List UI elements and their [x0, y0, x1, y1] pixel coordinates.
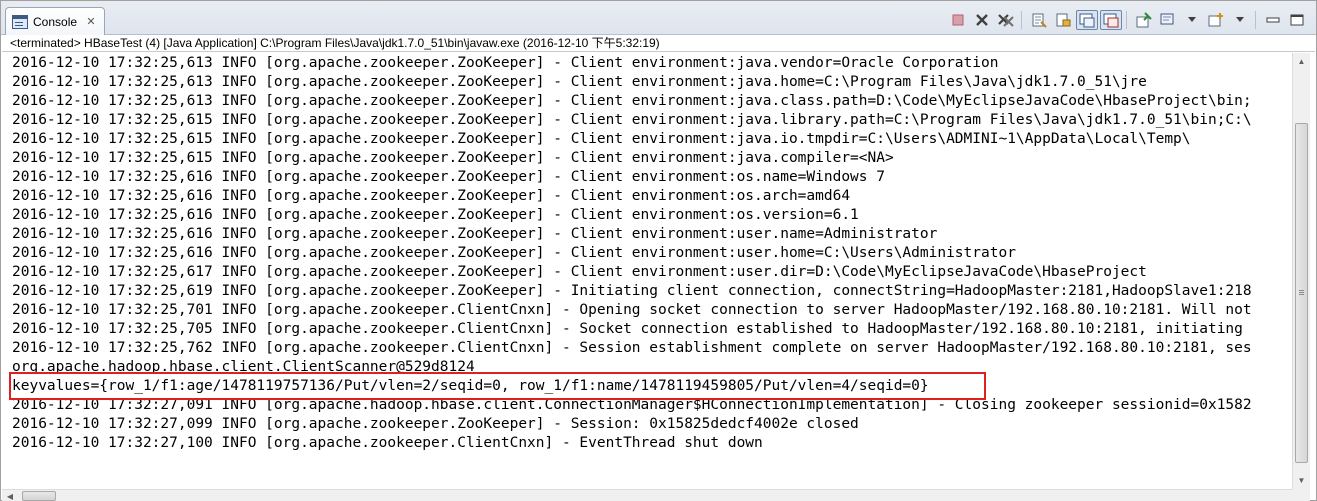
console-line: 2016-12-10 17:32:27,100 INFO [org.apache…	[12, 435, 763, 451]
scroll-down-icon[interactable]: ▼	[1293, 472, 1310, 489]
pin-console-button[interactable]	[1133, 10, 1155, 30]
terminate-icon	[952, 14, 964, 26]
show-on-stdout-icon	[1079, 13, 1095, 28]
console-line: 2016-12-10 17:32:25,613 INFO [org.apache…	[12, 74, 1147, 90]
console-line: 2016-12-10 17:32:27,091 INFO [org.apache…	[12, 397, 1252, 413]
console-line: 2016-12-10 17:32:25,619 INFO [org.apache…	[12, 283, 1252, 299]
close-icon[interactable]: ✕	[85, 16, 97, 28]
console-line: org.apache.hadoop.hbase.client.ClientSca…	[12, 359, 475, 375]
console-line: 2016-12-10 17:32:25,616 INFO [org.apache…	[12, 169, 885, 185]
minimize-button[interactable]	[1262, 10, 1284, 30]
display-selected-console-dropdown[interactable]	[1181, 10, 1203, 30]
remove-all-terminated-icon	[998, 14, 1014, 27]
open-console-dropdown[interactable]	[1229, 10, 1251, 30]
console-icon	[12, 14, 28, 29]
vertical-scroll-thumb[interactable]	[1295, 123, 1308, 463]
console-output[interactable]: 2016-12-10 17:32:25,613 INFO [org.apache…	[2, 53, 1292, 489]
tab-console-label: Console	[33, 14, 78, 29]
remove-launch-icon	[976, 14, 988, 26]
horizontal-scroll-thumb[interactable]	[22, 491, 56, 501]
toolbar-separator	[1255, 11, 1256, 29]
console-line-keyvalues: keyvalues={row_1/f1:age/1478119757136/Pu…	[12, 378, 929, 394]
console-line: 2016-12-10 17:32:25,615 INFO [org.apache…	[12, 150, 894, 166]
chevron-down-icon	[1236, 17, 1244, 22]
console-view: Console ✕ <terminated> HBaseTest (4) [Ja…	[0, 0, 1317, 501]
horizontal-scrollbar[interactable]: ◀	[2, 489, 1292, 501]
scroll-left-icon[interactable]: ◀	[2, 490, 18, 501]
vertical-scrollbar[interactable]: ▲ ▼	[1292, 53, 1310, 489]
clear-console-button[interactable]	[1028, 10, 1050, 30]
scroll-lock-button[interactable]	[1052, 10, 1074, 30]
display-selected-console-icon	[1160, 13, 1174, 25]
show-on-stderr-icon	[1103, 13, 1119, 28]
view-tab-bar: Console ✕	[1, 1, 1316, 35]
show-on-stdout-button[interactable]	[1076, 10, 1098, 30]
grip-icon	[1299, 290, 1304, 291]
open-console-icon	[1208, 13, 1223, 27]
console-line: 2016-12-10 17:32:25,615 INFO [org.apache…	[12, 131, 1191, 147]
open-console-button[interactable]	[1205, 10, 1227, 30]
scroll-lock-icon	[1056, 13, 1071, 27]
scroll-up-icon[interactable]: ▲	[1293, 53, 1310, 70]
console-line: 2016-12-10 17:32:25,613 INFO [org.apache…	[12, 93, 1252, 109]
console-line: 2016-12-10 17:32:25,616 INFO [org.apache…	[12, 207, 859, 223]
minimize-icon	[1266, 17, 1280, 23]
chevron-down-icon	[1188, 17, 1196, 22]
console-line: 2016-12-10 17:32:25,613 INFO [org.apache…	[12, 55, 999, 71]
console-line: 2016-12-10 17:32:25,616 INFO [org.apache…	[12, 188, 851, 204]
tab-console[interactable]: Console ✕	[5, 7, 105, 35]
clear-console-icon	[1032, 13, 1047, 28]
console-line: 2016-12-10 17:32:25,701 INFO [org.apache…	[12, 302, 1252, 318]
remove-all-terminated-button[interactable]	[995, 10, 1017, 30]
console-toolbar	[945, 10, 1308, 30]
toolbar-separator	[1126, 11, 1127, 29]
console-line: 2016-12-10 17:32:27,099 INFO [org.apache…	[12, 416, 859, 432]
console-line: 2016-12-10 17:32:25,616 INFO [org.apache…	[12, 245, 1016, 261]
pin-console-icon	[1136, 12, 1152, 28]
console-line: 2016-12-10 17:32:25,617 INFO [org.apache…	[12, 264, 1147, 280]
console-line: 2016-12-10 17:32:25,616 INFO [org.apache…	[12, 226, 938, 242]
console-line: 2016-12-10 17:32:25,762 INFO [org.apache…	[12, 340, 1252, 356]
maximize-icon	[1290, 14, 1304, 26]
terminate-button[interactable]	[947, 10, 969, 30]
toolbar-separator	[1021, 11, 1022, 29]
display-selected-console-button[interactable]	[1157, 10, 1179, 30]
maximize-button[interactable]	[1286, 10, 1308, 30]
process-status-line: <terminated> HBaseTest (4) [Java Applica…	[2, 35, 1315, 52]
scrollbar-corner	[1292, 489, 1310, 501]
console-line: 2016-12-10 17:32:25,615 INFO [org.apache…	[12, 112, 1252, 128]
show-on-stderr-button[interactable]	[1100, 10, 1122, 30]
remove-launch-button[interactable]	[971, 10, 993, 30]
console-line: 2016-12-10 17:32:25,705 INFO [org.apache…	[12, 321, 1243, 337]
